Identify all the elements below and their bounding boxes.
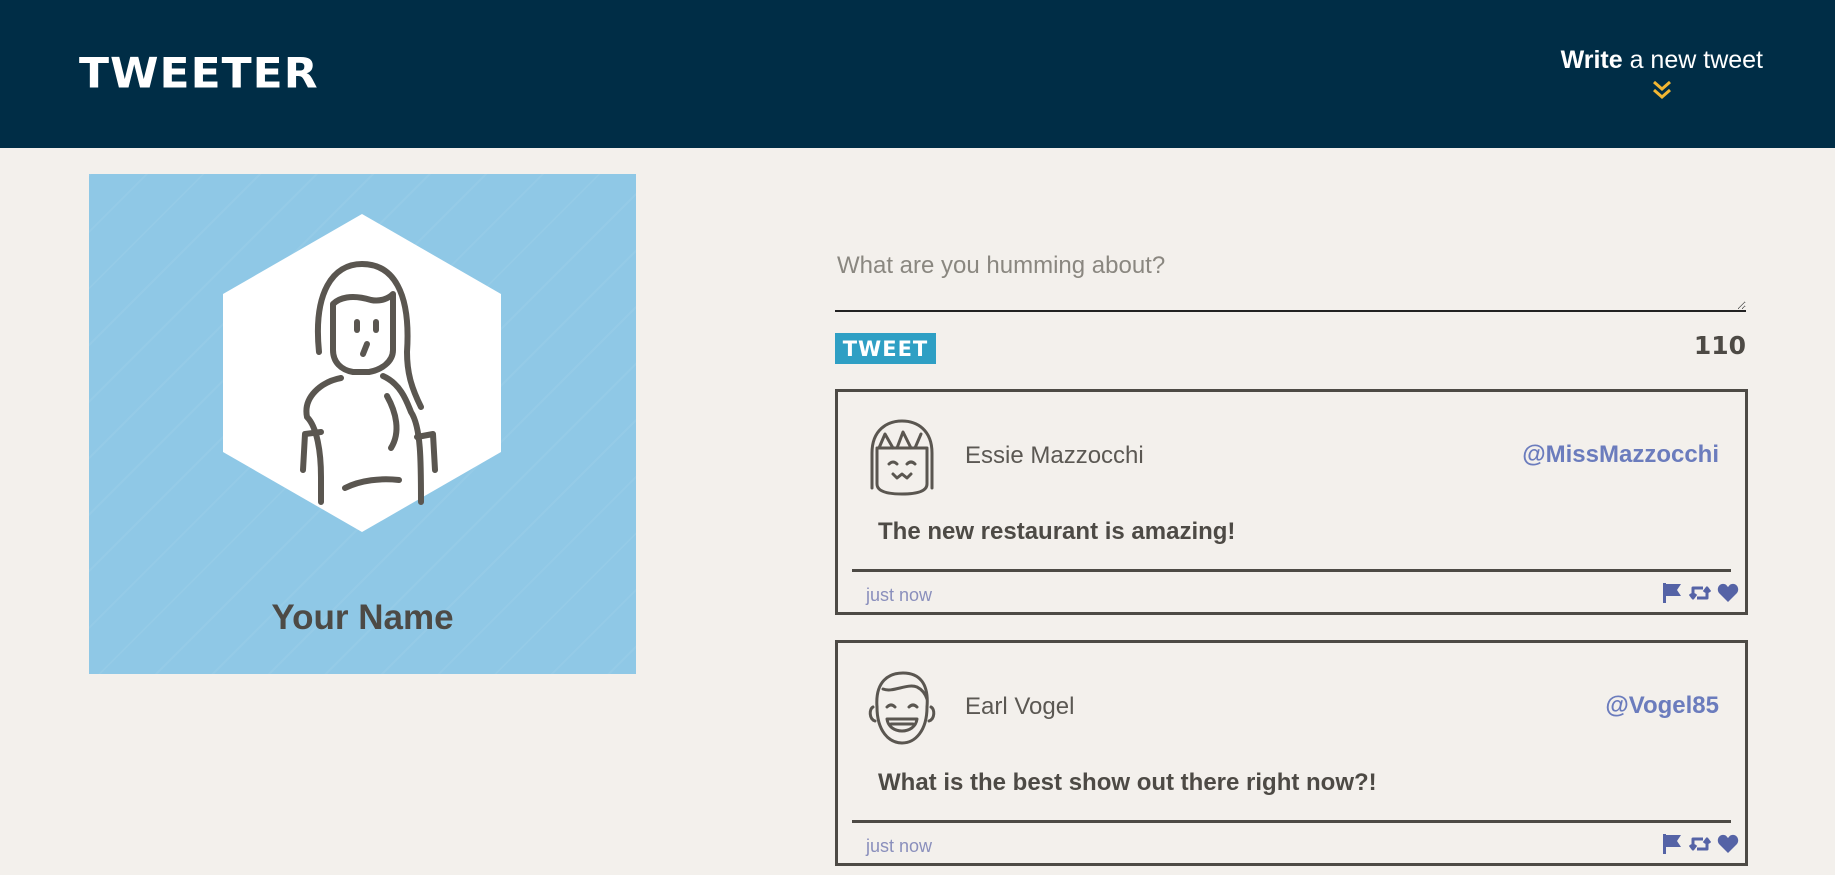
top-navbar: TWEETER Write a new tweet xyxy=(0,0,1835,148)
tweet-submit-button[interactable]: TWEET xyxy=(835,333,936,364)
write-label-bold: Write xyxy=(1560,46,1623,74)
retweet-icon[interactable] xyxy=(1688,582,1712,604)
tweet-author-handle[interactable]: @MissMazzocchi xyxy=(1522,441,1719,469)
tweet-compose-input[interactable] xyxy=(835,248,1746,312)
user-avatar-icon xyxy=(870,419,934,496)
write-new-tweet-toggle[interactable]: Write a new tweet xyxy=(1561,46,1763,101)
tweet-content: What is the best show out there right no… xyxy=(878,769,1377,796)
tweet-timestamp: just now xyxy=(866,836,933,856)
tweet-timestamp: just now xyxy=(866,585,933,605)
heart-icon[interactable] xyxy=(1717,833,1739,855)
retweet-icon[interactable] xyxy=(1688,833,1712,855)
tweet-card: Essie Mazzocchi @MissMazzocchi The new r… xyxy=(835,389,1748,615)
character-counter: 110 xyxy=(1693,331,1746,360)
tweet-divider xyxy=(852,569,1731,572)
tweet-actions xyxy=(1661,582,1739,604)
tweet-actions xyxy=(1661,833,1739,855)
tweet-content: The new restaurant is amazing! xyxy=(878,518,1236,545)
user-avatar-icon xyxy=(868,671,936,745)
tweet-divider xyxy=(852,820,1731,823)
write-label-rest: a new tweet xyxy=(1622,46,1763,74)
tweet-author-handle[interactable]: @Vogel85 xyxy=(1605,692,1719,720)
flag-icon[interactable] xyxy=(1661,582,1683,604)
profile-name: Your Name xyxy=(271,598,454,637)
flag-icon[interactable] xyxy=(1661,833,1683,855)
tweet-author-name: Essie Mazzocchi xyxy=(965,442,1144,469)
tweet-card: Earl Vogel @Vogel85 What is the best sho… xyxy=(835,640,1748,866)
profile-avatar-hexagon xyxy=(223,214,501,532)
double-chevron-down-icon[interactable] xyxy=(1651,79,1673,101)
heart-icon[interactable] xyxy=(1717,582,1739,604)
tweet-author-name: Earl Vogel xyxy=(965,693,1075,720)
profile-card: Your Name xyxy=(89,174,636,674)
app-logo[interactable]: TWEETER xyxy=(79,49,319,97)
